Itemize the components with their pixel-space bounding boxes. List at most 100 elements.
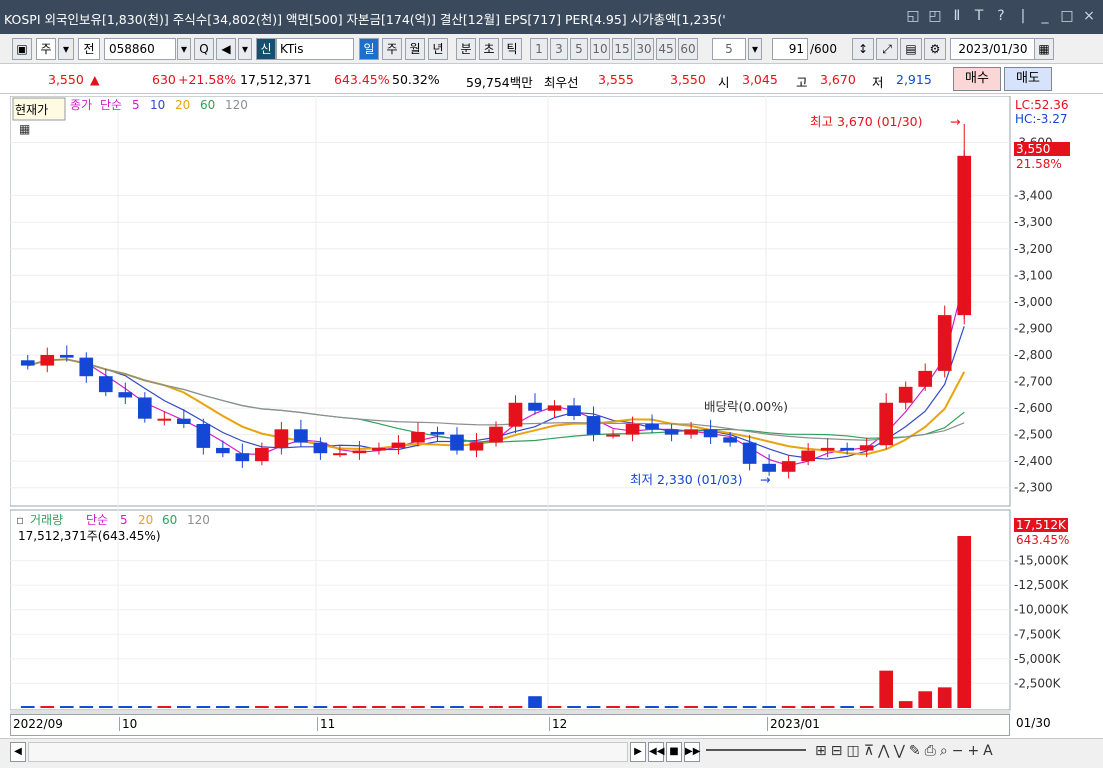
window-icon[interactable]: ⊟ [831, 743, 843, 759]
scroll-left-icon[interactable]: ◀ [10, 742, 26, 762]
price-tick-label: -2,800 [1014, 348, 1053, 362]
period-tick[interactable]: 틱 [502, 38, 522, 60]
new-badge[interactable]: 신 [256, 38, 276, 60]
candle-body [391, 442, 406, 448]
volume-tick-label: -15,000K [1014, 554, 1069, 568]
candle-body [313, 442, 328, 454]
window-link-icon[interactable]: ◱ [903, 6, 923, 26]
price-tick-label: -2,500 [1014, 428, 1053, 442]
period-year[interactable]: 년 [428, 38, 448, 60]
volume-bar [879, 670, 894, 708]
period-dropdown-icon[interactable]: ▾ [58, 38, 74, 60]
font-icon[interactable]: A [983, 743, 993, 759]
x-label-dec: 12 [549, 717, 567, 731]
chart-area[interactable]: ▫ 종가 단순 5 10 20 60 120 현재가 ▦ LC:52.36 HC… [9, 95, 1103, 714]
pattern-icon[interactable]: ⋁ [893, 743, 904, 759]
interval-45[interactable]: 45 [656, 38, 676, 60]
volume-bar [606, 706, 620, 708]
draw-icon[interactable]: ✎ [909, 743, 921, 759]
stock-name-field[interactable]: KTis [276, 38, 354, 60]
window-controls: ◱ ◰ Ⅱ T ? | _ □ × [903, 6, 1099, 26]
search-icon[interactable]: Q [194, 38, 214, 60]
menu-icon[interactable]: ▣ [12, 38, 32, 60]
date-input[interactable]: 2023/01/30 [950, 38, 1036, 60]
interval-5[interactable]: 5 [570, 38, 588, 60]
interval-dropdown-icon[interactable]: ▾ [748, 38, 762, 60]
plus-icon[interactable]: + [967, 743, 979, 759]
compare-icon[interactable]: ⤢ [876, 38, 898, 60]
sell-button[interactable]: 매도 [1004, 67, 1052, 91]
current-price: 3,550 [48, 72, 84, 87]
fibo-icon[interactable]: ⋀ [878, 743, 889, 759]
candle-body [98, 376, 113, 393]
scroll-right-icon[interactable]: ▶ [630, 742, 646, 762]
price-volume-chart[interactable]: ▫ 종가 단순 5 10 20 60 120 현재가 ▦ LC:52.36 HC… [9, 95, 1103, 714]
candle-body [450, 434, 464, 451]
close-icon[interactable]: × [1079, 6, 1099, 26]
count-input[interactable]: 91 [772, 38, 808, 60]
trendline-icon[interactable]: ⊼ [864, 743, 874, 759]
low-label: 저 [872, 75, 884, 90]
volume-rate: 643.45% [334, 72, 390, 87]
maximize-icon[interactable]: □ [1057, 6, 1077, 26]
volume-bar [489, 706, 503, 708]
candle-body [372, 447, 386, 451]
interval-1[interactable]: 1 [530, 38, 548, 60]
interval-10[interactable]: 10 [590, 38, 610, 60]
gear-icon[interactable]: ⚙ [924, 38, 946, 60]
best-bid: 3,550 [670, 72, 706, 87]
zoom-slider[interactable] [706, 749, 806, 751]
period-month[interactable]: 월 [405, 38, 425, 60]
interval-15[interactable]: 15 [612, 38, 632, 60]
chart-toolbar: ▣ 주 ▾ 전 058860 ▾ Q ◀ ▾ 신 KTis 일 주 월 년 분 … [0, 34, 1103, 64]
table-icon[interactable]: ▦ [19, 122, 30, 136]
candle-body [79, 357, 94, 377]
volume-tick-label: -2,500K [1014, 676, 1062, 690]
candle-body [625, 424, 640, 435]
help-icon[interactable]: ? [991, 6, 1011, 26]
sound-icon[interactable]: ◀ [216, 38, 236, 60]
volume-bar [742, 706, 757, 708]
buy-button[interactable]: 매수 [953, 67, 1001, 91]
price-tick-label: -2,300 [1014, 481, 1053, 495]
period-select[interactable]: 주 [36, 38, 56, 60]
crosshair-icon[interactable]: ⊞ [815, 743, 827, 759]
candle-body [274, 429, 289, 448]
code-dropdown-icon[interactable]: ▾ [177, 38, 191, 60]
scroll-track[interactable] [28, 742, 628, 762]
period-second[interactable]: 초 [479, 38, 499, 60]
volume-bar [586, 706, 601, 708]
minimize-icon[interactable]: _ [1035, 6, 1055, 26]
candle-body [840, 447, 854, 451]
zoom-icon[interactable]: ⌕ [940, 743, 948, 759]
period-week[interactable]: 주 [382, 38, 402, 60]
pin-icon[interactable]: Ⅱ [947, 6, 967, 26]
compare-tool-icon[interactable]: ◫ [846, 743, 859, 759]
minus-icon[interactable]: − [952, 743, 964, 759]
candle-body [20, 360, 35, 366]
window-copy-icon[interactable]: ◰ [925, 6, 945, 26]
print-icon[interactable]: ⎙ [925, 743, 936, 759]
save-icon[interactable]: ▤ [900, 38, 922, 60]
calendar-icon[interactable]: ▦ [1034, 38, 1054, 60]
interval-custom-input[interactable]: 5 [712, 38, 746, 60]
candle-body [157, 418, 172, 421]
period-day[interactable]: 일 [359, 38, 379, 60]
sound-dropdown-icon[interactable]: ▾ [238, 38, 252, 60]
price-tick-label: -2,900 [1014, 321, 1053, 335]
chart-type-icon[interactable]: ↕ [852, 38, 874, 60]
forward-icon[interactable]: ▶▶ [684, 742, 700, 762]
prev-button[interactable]: 전 [78, 38, 100, 60]
interval-60[interactable]: 60 [678, 38, 698, 60]
high-price: 3,670 [820, 72, 856, 87]
rewind-icon[interactable]: ◀◀ [648, 742, 664, 762]
period-minute[interactable]: 분 [456, 38, 476, 60]
stop-icon[interactable]: ■ [666, 742, 682, 762]
x-label-sep: 2022/09 [13, 717, 63, 731]
interval-3[interactable]: 3 [550, 38, 568, 60]
stock-code-input[interactable]: 058860 [104, 38, 176, 60]
low-annotation: 최저 2,330 (01/03) [630, 472, 743, 487]
interval-30[interactable]: 30 [634, 38, 654, 60]
text-icon[interactable]: T [969, 6, 989, 26]
volume-bar [684, 706, 698, 708]
